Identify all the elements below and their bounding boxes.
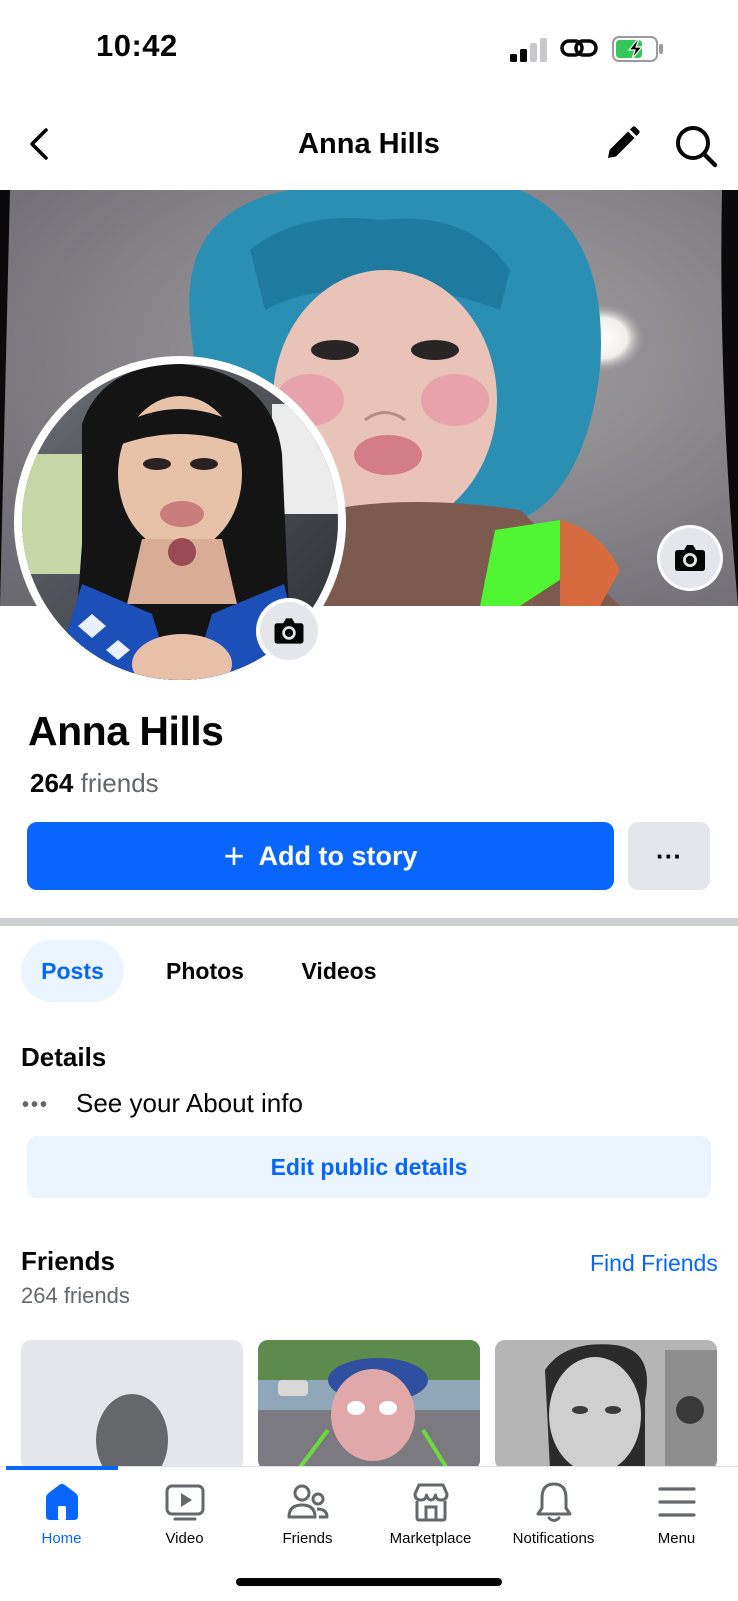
camera-icon <box>675 545 705 571</box>
find-friends-link[interactable]: Find Friends <box>590 1250 718 1277</box>
nav-marketplace[interactable]: Marketplace <box>369 1476 492 1556</box>
status-time: 10:42 <box>96 28 178 63</box>
home-icon <box>45 1483 78 1520</box>
friends-heading: Friends <box>21 1246 115 1276</box>
nav-video-label: Video <box>165 1530 204 1547</box>
nav-notifications[interactable]: Notifications <box>492 1476 615 1556</box>
plus-icon: + <box>223 835 245 876</box>
active-tab-indicator <box>6 1466 118 1470</box>
add-to-story-label: Add to story <box>258 840 418 871</box>
friend-card[interactable] <box>495 1340 717 1470</box>
edit-public-details-button[interactable]: Edit public details <box>27 1136 711 1198</box>
tab-photos[interactable]: Photos <box>150 940 260 1002</box>
camera-icon <box>274 618 304 644</box>
profile-name: Anna Hills <box>28 708 224 754</box>
nav-friends-label: Friends <box>282 1530 333 1547</box>
more-dots-icon: ••• <box>22 1094 50 1116</box>
search-icon[interactable] <box>672 122 720 170</box>
nav-friends[interactable]: Friends <box>246 1476 369 1556</box>
tab-videos[interactable]: Videos <box>284 940 394 1002</box>
details-heading: Details <box>21 1042 107 1072</box>
tab-posts[interactable]: Posts <box>21 940 124 1002</box>
nav-video[interactable]: Video <box>123 1476 246 1556</box>
nav-home[interactable]: Home <box>0 1476 123 1556</box>
friends-count-text: 264 friends <box>21 1283 130 1308</box>
marketplace-icon <box>413 1483 448 1522</box>
friend-photo <box>258 1340 480 1470</box>
friends-icon <box>287 1484 328 1519</box>
home-indicator <box>236 1578 502 1586</box>
video-icon <box>165 1484 204 1521</box>
pencil-icon[interactable] <box>600 122 644 166</box>
about-info-link[interactable]: See your About info <box>76 1088 303 1119</box>
friend-photo <box>495 1340 717 1470</box>
cover-camera-button[interactable] <box>660 528 720 588</box>
nav-marketplace-label: Marketplace <box>389 1530 472 1547</box>
nav-menu-label: Menu <box>657 1530 696 1547</box>
nav-notifications-label: Notifications <box>512 1530 595 1547</box>
nav-menu[interactable]: Menu <box>615 1476 738 1556</box>
bell-icon <box>536 1482 571 1522</box>
signal-icon <box>510 38 547 62</box>
default-avatar-icon <box>96 1394 168 1470</box>
nav-home-label: Home <box>41 1530 82 1547</box>
friend-card[interactable] <box>258 1340 480 1470</box>
friends-summary[interactable]: 264 friends <box>30 768 159 799</box>
menu-icon <box>657 1487 696 1517</box>
battery-charging-icon <box>612 36 663 62</box>
friends-count: 264 <box>30 768 74 798</box>
add-to-story-button[interactable]: + Add to story <box>27 822 614 890</box>
friend-card[interactable] <box>21 1340 243 1470</box>
profile-camera-button[interactable] <box>260 602 318 660</box>
friends-label: friends <box>80 768 159 798</box>
link-icon <box>560 39 598 57</box>
more-icon: ··· <box>656 840 682 871</box>
more-options-button[interactable]: ··· <box>628 822 710 890</box>
section-divider <box>0 918 738 926</box>
